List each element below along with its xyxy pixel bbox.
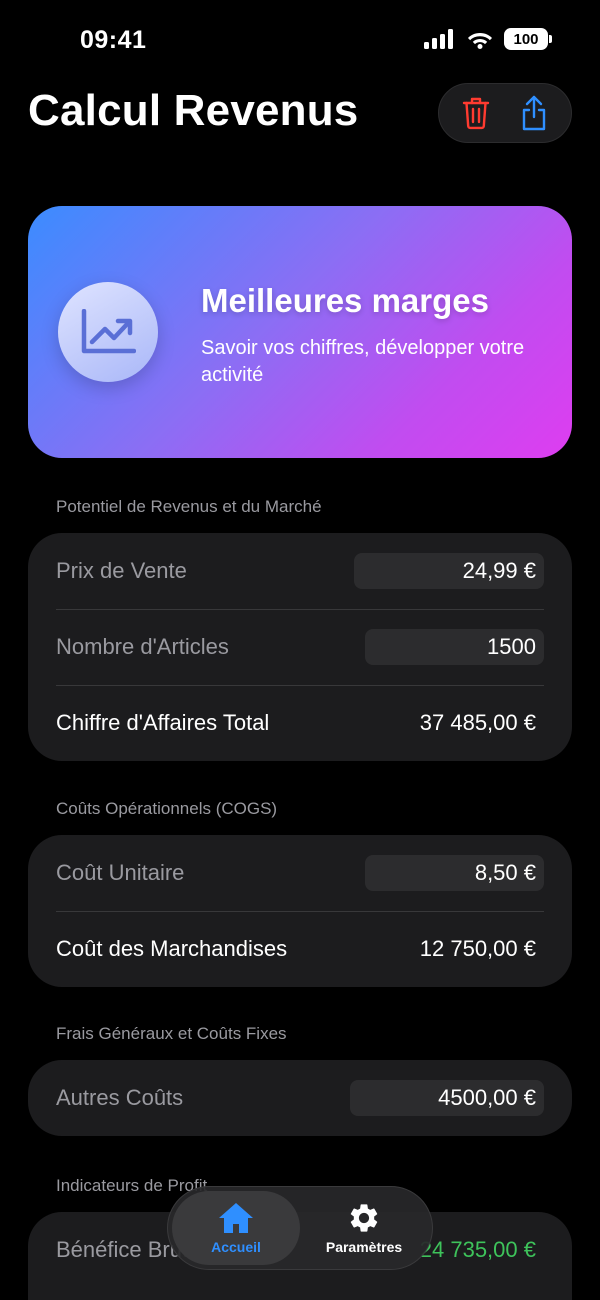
share-button[interactable] (519, 95, 549, 131)
sale-price-row: Prix de Vente 24,99 € (28, 533, 572, 609)
hero-subtitle: Savoir vos chiffres, développer votre ac… (201, 337, 525, 386)
section-header-revenue: Potentiel de Revenus et du Marché (56, 497, 322, 516)
other-costs-label: Autres Coûts (56, 1085, 184, 1110)
section-header-cogs: Coûts Opérationnels (COGS) (56, 799, 278, 818)
tab-settings[interactable]: Paramètres (300, 1191, 428, 1265)
goods-cost-row: Coût des Marchandises 12 750,00 € (28, 911, 572, 987)
total-revenue-row: Chiffre d'Affaires Total 37 485,00 € (28, 685, 572, 761)
house-icon (219, 1203, 253, 1233)
trash-icon (462, 97, 490, 130)
status-icons: 100 (424, 28, 552, 50)
sale-price-input[interactable]: 24,99 € (354, 553, 544, 589)
page-title: Calcul Revenus (28, 86, 359, 135)
cellular-signal-icon (424, 29, 453, 49)
total-revenue-value: 37 485,00 € (419, 710, 536, 735)
unit-cost-label: Coût Unitaire (56, 860, 185, 885)
section-header-overhead: Frais Généraux et Coûts Fixes (56, 1024, 287, 1043)
cogs-card: Coût Unitaire 8,50 € Coût des Marchandis… (28, 835, 572, 987)
unit-cost-input[interactable]: 8,50 € (365, 855, 544, 891)
wifi-icon (468, 33, 492, 49)
gross-profit-value: 24 735,00 € (419, 1237, 536, 1262)
other-costs-row: Autres Coûts 4500,00 € (28, 1060, 572, 1136)
hero-banner: Meilleures marges Savoir vos chiffres, d… (28, 206, 572, 458)
items-count-label: Nombre d'Articles (56, 634, 229, 659)
sale-price-label: Prix de Vente (56, 558, 187, 583)
unit-cost-row: Coût Unitaire 8,50 € (28, 835, 572, 911)
items-count-row: Nombre d'Articles 1500 (28, 609, 572, 685)
chart-trend-up-icon (81, 309, 136, 354)
gear-icon (350, 1204, 378, 1232)
goods-cost-label: Coût des Marchandises (56, 936, 288, 961)
revenue-card: Prix de Vente 24,99 € Nombre d'Articles … (28, 533, 572, 761)
header-actions (438, 83, 572, 143)
hero-title: Meilleures marges (201, 282, 489, 319)
hero-icon-circle (58, 282, 158, 382)
items-count-input[interactable]: 1500 (365, 629, 544, 665)
battery-indicator: 100 (504, 28, 552, 50)
delete-button[interactable] (461, 96, 491, 130)
status-bar: 09:41 100 (0, 0, 600, 80)
overhead-card: Autres Coûts 4500,00 € (28, 1060, 572, 1136)
tab-settings-label: Paramètres (325, 1239, 403, 1255)
tab-home[interactable]: Accueil (172, 1191, 300, 1265)
tab-home-label: Accueil (211, 1239, 261, 1255)
tab-bar: Accueil Paramètres (167, 1186, 433, 1270)
status-time: 09:41 (80, 26, 147, 54)
total-revenue-label: Chiffre d'Affaires Total (56, 710, 270, 735)
other-costs-input[interactable]: 4500,00 € (350, 1080, 544, 1116)
goods-cost-value: 12 750,00 € (419, 936, 536, 961)
share-icon (522, 95, 546, 131)
